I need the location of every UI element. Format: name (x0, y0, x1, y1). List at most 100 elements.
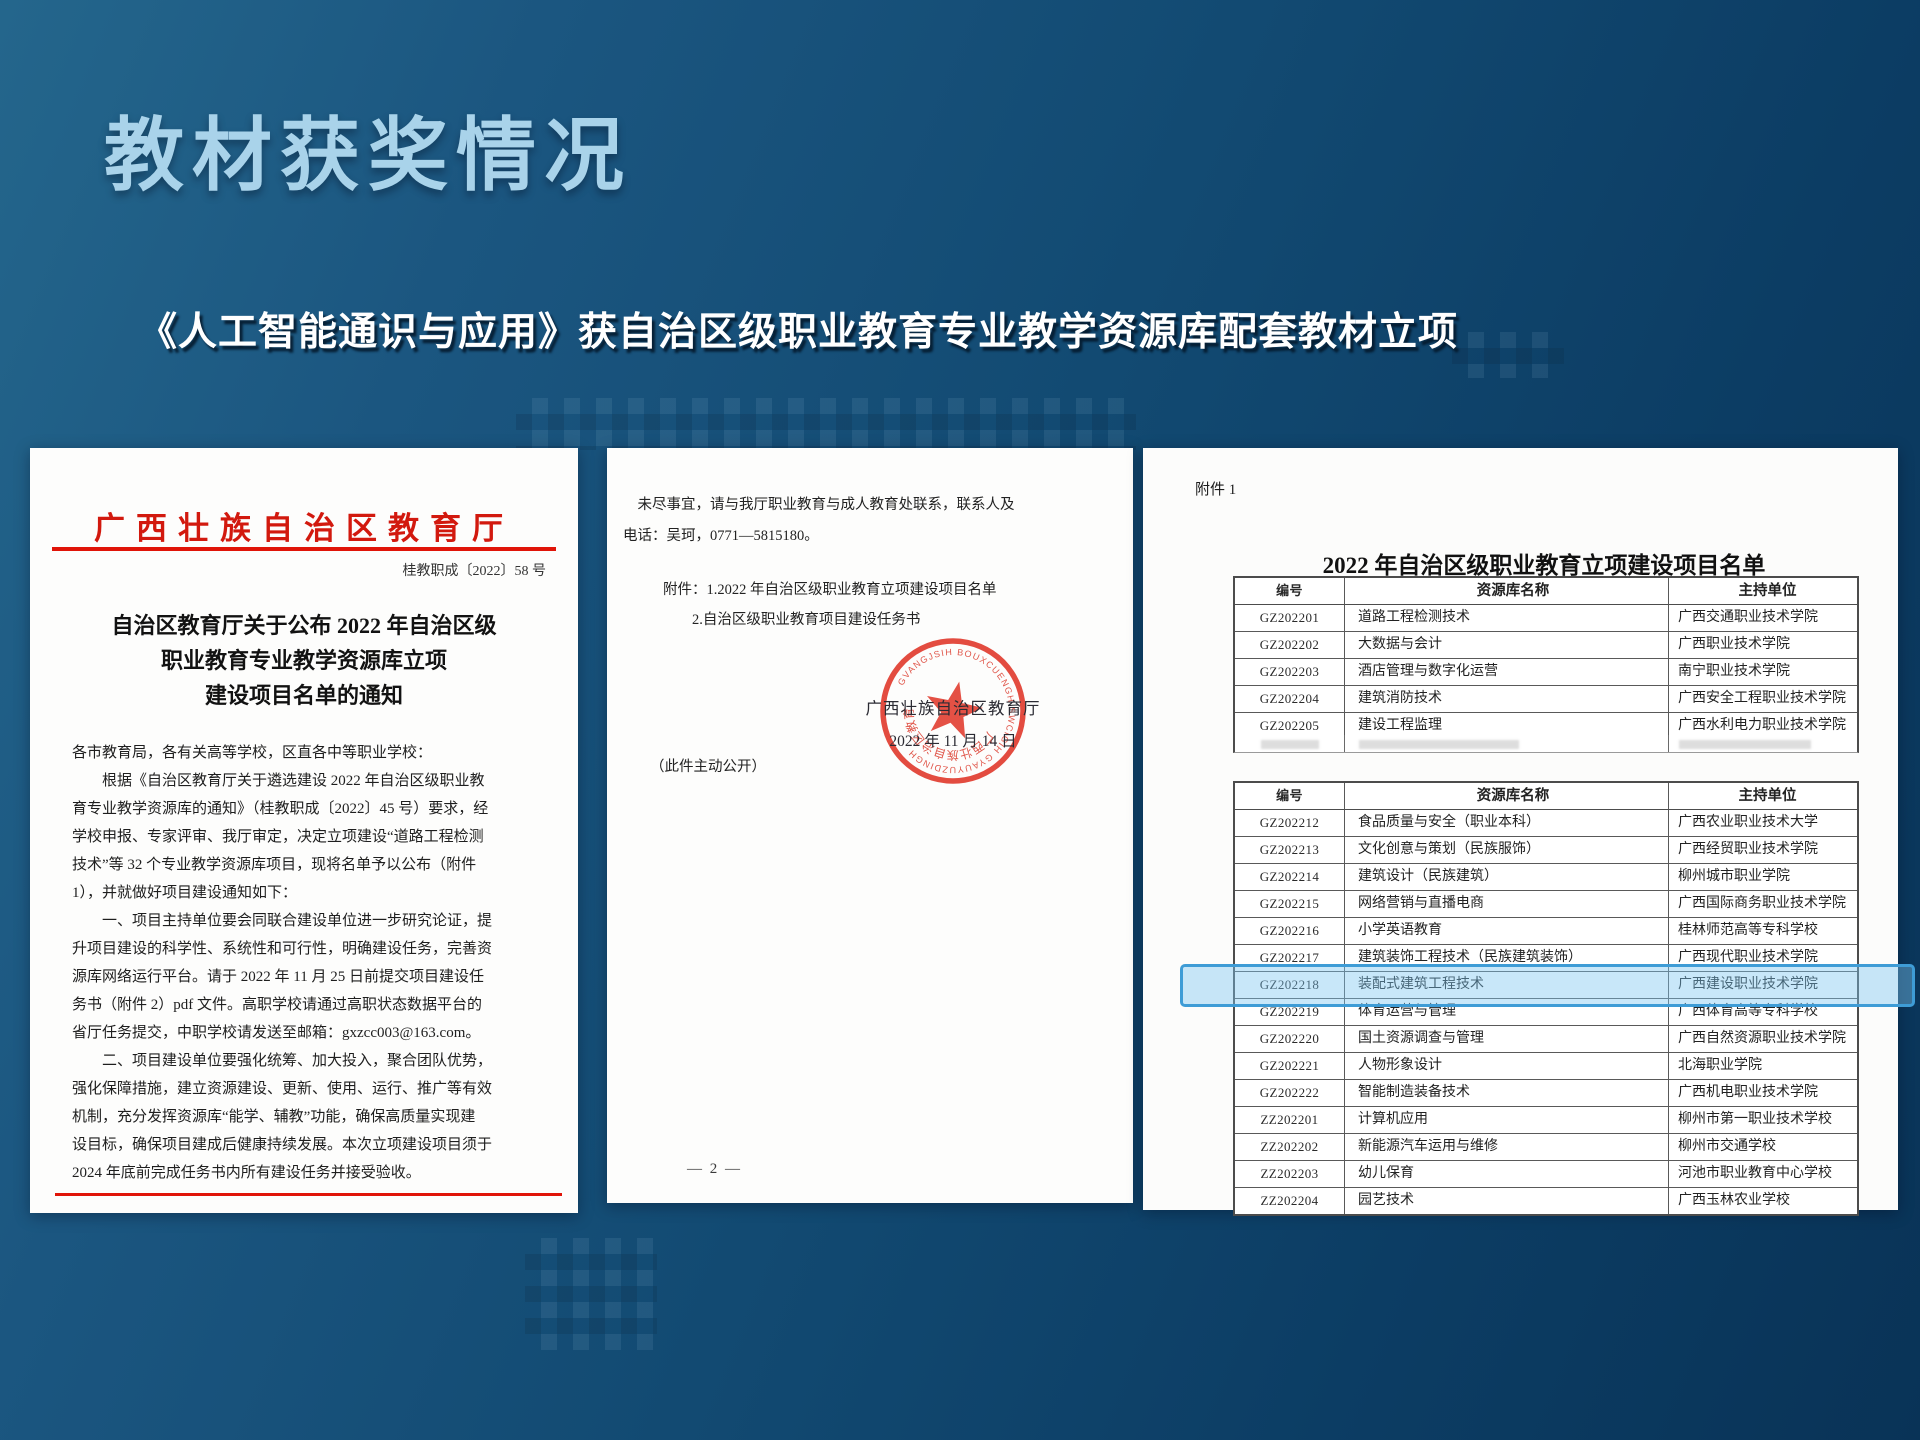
table-row: GZ202201道路工程检测技术广西交通职业技术学院 (1235, 605, 1857, 632)
sign-date: 2022 年 11 月 14 日 (773, 729, 1133, 751)
text-line: 附件：1.2022 年自治区级职业教育立项建设项目名单 (663, 575, 997, 605)
table-cell: ZZ202201 (1235, 1107, 1345, 1134)
signer-agency: 广西壮族自治区教育厅 (773, 695, 1133, 719)
table-cell: GZ202221 (1235, 1053, 1345, 1080)
table-cell: 网络营销与直播电商 (1345, 891, 1669, 918)
text-line: 一、项目主持单位要会同联合建设单位进一步研究论证，提 (72, 907, 550, 935)
table-cell: 广西交通职业技术学院 (1669, 605, 1857, 632)
cut-cell (1345, 735, 1669, 752)
table-cell: ZZ202202 (1235, 1134, 1345, 1161)
agency-red-title: 广西壮族自治区教育厅 (30, 503, 578, 548)
table-cell: GZ202222 (1235, 1080, 1345, 1107)
text-line: 电话：吴珂，0771—5815180。 (623, 521, 1119, 552)
table-cell: 广西国际商务职业技术学院 (1669, 891, 1857, 918)
contact-paragraph: 未尽事宜，请与我厅职业教育与成人教育处联系，联系人及电话：吴珂，0771—581… (623, 490, 1119, 552)
table-cell: GZ202214 (1235, 864, 1345, 891)
text-line: 机制，充分发挥资源库“能学、辅教”功能，确保高质量实现建 (72, 1103, 550, 1131)
table-cell: 人物形象设计 (1345, 1053, 1669, 1080)
table-row: ZZ202202新能源汽车运用与维修柳州市交通学校 (1235, 1134, 1857, 1161)
table-cell: ZZ202203 (1235, 1161, 1345, 1188)
cut-cell (1235, 735, 1345, 752)
pixel-decoration (516, 398, 1136, 450)
public-disclosure-note: （此件主动公开） (650, 755, 766, 776)
text-line: 1），并就做好项目建设通知如下： (72, 879, 550, 907)
table-cell: 道路工程检测技术 (1345, 605, 1669, 632)
table-cell: 河池市职业教育中心学校 (1669, 1161, 1857, 1188)
column-header: 资源库名称 (1345, 578, 1669, 605)
column-header: 编号 (1235, 578, 1345, 605)
table-cell: 北海职业学院 (1669, 1053, 1857, 1080)
column-header: 主持单位 (1669, 783, 1857, 810)
table-cell: 建筑设计（民族建筑） (1345, 864, 1669, 891)
table-cell: 大数据与会计 (1345, 632, 1669, 659)
table-row: GZ202214建筑设计（民族建筑）柳州城市职业学院 (1235, 864, 1857, 891)
text-line: 技术”等 32 个专业教学资源库项目，现将名单予以公布（附件 (72, 851, 550, 879)
table-row: GZ202212食品质量与安全（职业本科）广西农业职业技术大学 (1235, 810, 1857, 837)
table-row: GZ202221人物形象设计北海职业学院 (1235, 1053, 1857, 1080)
table-cell: 桂林师范高等专科学校 (1669, 918, 1857, 945)
table-cell: GZ202220 (1235, 1026, 1345, 1053)
table-row: GZ202220国土资源调查与管理广西自然资源职业技术学院 (1235, 1026, 1857, 1053)
table-cell: 广西建设职业技术学院 (1669, 972, 1857, 999)
table-cell: 小学英语教育 (1345, 918, 1669, 945)
text-line: 根据《自治区教育厅关于遴选建设 2022 年自治区级职业教 (72, 767, 550, 795)
text-line: 各市教育局，各有关高等学校，区直各中等职业学校： (72, 739, 550, 767)
table-row: GZ202222智能制造装备技术广西机电职业技术学院 (1235, 1080, 1857, 1107)
column-header: 主持单位 (1669, 578, 1857, 605)
table-cell: GZ202213 (1235, 837, 1345, 864)
table-row: GZ202204建筑消防技术广西安全工程职业技术学院 (1235, 686, 1857, 713)
table-cell: GZ202201 (1235, 605, 1345, 632)
table-title: 2022 年自治区级职业教育立项建设项目名单 (1233, 546, 1855, 580)
text-line: 源库网络运行平台。请于 2022 年 11 月 25 日前提交项目建设任 (72, 963, 550, 991)
red-divider-line (52, 547, 556, 551)
text-line: 2024 年底前完成任务书内所有建设任务并接受验收。 (72, 1159, 550, 1187)
table-row: ZZ202203幼儿保育河池市职业教育中心学校 (1235, 1161, 1857, 1188)
slide-title: 教材获奖情况 (104, 112, 632, 200)
text-line: 学校申报、专家评审、我厅审定，决定立项建设“道路工程检测 (72, 823, 550, 851)
table-row: ZZ202204园艺技术广西玉林农业学校 (1235, 1188, 1857, 1214)
table-cell: 广西安全工程职业技术学院 (1669, 686, 1857, 713)
pixel-decoration (525, 1238, 657, 1350)
table-cell: GZ202216 (1235, 918, 1345, 945)
table-cell: GZ202203 (1235, 659, 1345, 686)
table-cell: 南宁职业技术学院 (1669, 659, 1857, 686)
table-row: ZZ202201计算机应用柳州市第一职业技术学校 (1235, 1107, 1857, 1134)
text-line: 省厅任务提交，中职学校请发送至邮箱：gxzcc003@163.com。 (72, 1019, 550, 1047)
table-row: GZ202215网络营销与直播电商广西国际商务职业技术学院 (1235, 891, 1857, 918)
text-line: 升项目建设的科学性、系统性和可行性，明确建设任务，完善资 (72, 935, 550, 963)
table-body: GZ202212食品质量与安全（职业本科）广西农业职业技术大学GZ202213文… (1235, 810, 1857, 1214)
table-row: GZ202216小学英语教育桂林师范高等专科学校 (1235, 918, 1857, 945)
projects-table-2: 编号资源库名称主持单位 GZ202212食品质量与安全（职业本科）广西农业职业技… (1233, 781, 1859, 1216)
table-cell: 柳州市第一职业技术学校 (1669, 1107, 1857, 1134)
table-cell: GZ202202 (1235, 632, 1345, 659)
table-cell: 广西农业职业技术大学 (1669, 810, 1857, 837)
text-line: 务书（附件 2）pdf 文件。高职学校请通过高职状态数据平台的 (72, 991, 550, 1019)
attachment-label: 附件 1 (1195, 478, 1236, 499)
table-cell: 装配式建筑工程技术 (1345, 972, 1669, 999)
table-cell: 广西职业技术学院 (1669, 632, 1857, 659)
cut-cell (1669, 735, 1857, 752)
table-row: GZ202202大数据与会计广西职业技术学院 (1235, 632, 1857, 659)
slide-subtitle: 《人工智能通识与应用》获自治区级职业教育专业教学资源库配套教材立项 (138, 301, 1458, 357)
table-cell: 幼儿保育 (1345, 1161, 1669, 1188)
table-cell: 广西经贸职业技术学院 (1669, 837, 1857, 864)
notice-heading: 自治区教育厅关于公布 2022 年自治区级职业教育专业教学资源库立项建设项目名单… (30, 608, 578, 713)
table-cell: GZ202215 (1235, 891, 1345, 918)
column-header: 编号 (1235, 783, 1345, 810)
table-cell: 计算机应用 (1345, 1107, 1669, 1134)
table-cell: ZZ202204 (1235, 1188, 1345, 1214)
table-cell: 园艺技术 (1345, 1188, 1669, 1214)
page-number: — 2 — (687, 1161, 742, 1178)
text-line: 建设项目名单的通知 (30, 678, 578, 713)
document-page-attachment: 附件 1 2022 年自治区级职业教育立项建设项目名单 编号资源库名称主持单位 … (1143, 448, 1898, 1210)
document-page-notice: 广西壮族自治区教育厅 桂教职成〔2022〕58 号 自治区教育厅关于公布 202… (30, 448, 578, 1213)
projects-table-1: 编号资源库名称主持单位 GZ202201道路工程检测技术广西交通职业技术学院GZ… (1233, 576, 1859, 741)
table-cell: 建筑消防技术 (1345, 686, 1669, 713)
table-cell: GZ202218 (1235, 972, 1345, 999)
table-row: GZ202213文化创意与策划（民族服饰）广西经贸职业技术学院 (1235, 837, 1857, 864)
text-line: 未尽事宜，请与我厅职业教育与成人教育处联系，联系人及 (623, 490, 1119, 521)
pixel-decoration (1452, 332, 1564, 378)
notice-body: 各市教育局，各有关高等学校，区直各中等职业学校： 根据《自治区教育厅关于遴选建设… (72, 739, 550, 1187)
document-number: 桂教职成〔2022〕58 号 (403, 560, 547, 580)
table-cell: 广西自然资源职业技术学院 (1669, 1026, 1857, 1053)
